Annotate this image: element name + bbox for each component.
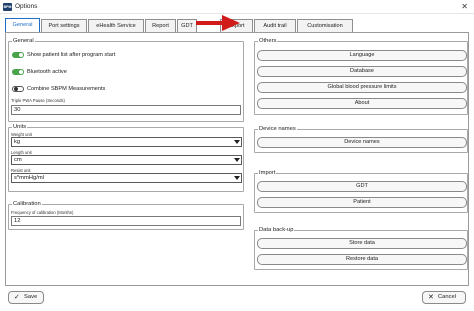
red-arrow-annotation	[196, 15, 240, 31]
title-bar: BPM Options ✕	[0, 0, 474, 14]
pause-input[interactable]: 30	[11, 105, 241, 115]
import-group: Import GDT Patient	[254, 169, 468, 213]
chevron-down-icon	[234, 140, 240, 144]
data-backup-group: Data back-up Store data Restore data	[254, 226, 468, 270]
about-button[interactable]: About	[257, 98, 467, 109]
group-legend-calibration: Calibration	[12, 200, 42, 208]
restore-data-button[interactable]: Restore data	[257, 254, 467, 265]
group-legend-units: Units	[12, 123, 28, 131]
cancel-button-label: Cancel	[438, 294, 457, 300]
units-group: Units Weight unit kg Length unit cm Resi…	[8, 123, 244, 192]
chevron-down-icon	[234, 158, 240, 162]
tab-gdt[interactable]: GDT	[177, 19, 197, 32]
close-icon: ✕	[428, 294, 434, 301]
group-legend-general: General	[12, 37, 35, 45]
app-logo-icon: BPM	[3, 3, 12, 11]
toggle-label: Combine SBPM Measurements	[27, 86, 106, 92]
options-panel: General Show patient list after program …	[5, 32, 469, 286]
group-legend-data-backup: Data back-up	[258, 226, 295, 234]
tab-report[interactable]: Report	[145, 19, 176, 32]
group-legend-others: Others	[258, 37, 278, 45]
toggle-combine-sbpm[interactable]: Combine SBPM Measurements	[12, 85, 242, 94]
calibration-frequency-input[interactable]: 12	[11, 216, 241, 226]
toggle-switch-icon[interactable]	[12, 52, 24, 58]
device-names-button[interactable]: Device names	[257, 137, 467, 148]
save-button[interactable]: ✓ Save	[8, 291, 44, 304]
toggle-bluetooth-active[interactable]: Bluetooth active	[12, 68, 242, 77]
global-bp-limits-button[interactable]: Global blood pressure limits	[257, 82, 467, 93]
length-unit-value: cm	[14, 157, 22, 163]
length-unit-select[interactable]: cm	[11, 155, 242, 165]
resist-unit-select[interactable]: s*mmHg/ml	[11, 173, 242, 183]
language-button[interactable]: Language	[257, 50, 467, 61]
toggle-show-patient-list[interactable]: Show patient list after program start	[12, 51, 242, 60]
weight-unit-select[interactable]: kg	[11, 137, 242, 147]
tab-customisation[interactable]: Customisation	[297, 19, 353, 32]
pause-label: Triple PWA Pause (Seconds)	[11, 98, 65, 103]
weight-unit-value: kg	[14, 139, 21, 145]
device-names-group: Device names Device names	[254, 125, 468, 153]
general-group: General Show patient list after program …	[8, 37, 244, 122]
window-title: Options	[15, 3, 38, 10]
calibration-group: Calibration Frequency of calibration (Mo…	[8, 200, 244, 230]
tab-audit-trail[interactable]: Audit trail	[254, 19, 296, 32]
toggle-switch-icon[interactable]	[12, 86, 24, 92]
chevron-down-icon	[234, 176, 240, 180]
resist-unit-value: s*mmHg/ml	[14, 175, 44, 181]
database-button[interactable]: Database	[257, 66, 467, 77]
close-icon[interactable]: ✕	[461, 2, 468, 12]
group-legend-import: Import	[258, 169, 277, 177]
toggle-switch-icon[interactable]	[12, 69, 24, 75]
toggle-label: Bluetooth active	[27, 69, 67, 75]
checkmark-icon: ✓	[14, 294, 20, 301]
import-patient-button[interactable]: Patient	[257, 197, 467, 208]
toggle-label: Show patient list after program start	[27, 52, 116, 58]
tab-general[interactable]: General	[5, 18, 40, 32]
tab-port-settings[interactable]: Port settings	[41, 19, 87, 32]
save-button-label: Save	[24, 294, 38, 300]
store-data-button[interactable]: Store data	[257, 238, 467, 249]
others-group: Others Language Database Global blood pr…	[254, 37, 468, 115]
import-gdt-button[interactable]: GDT	[257, 181, 467, 192]
group-legend-device-names: Device names	[258, 125, 297, 133]
calibration-frequency-label: Frequency of calibration (Months)	[11, 210, 74, 215]
tab-ehealth-service[interactable]: eHealth Service	[88, 19, 144, 32]
cancel-button[interactable]: ✕ Cancel	[422, 291, 466, 304]
